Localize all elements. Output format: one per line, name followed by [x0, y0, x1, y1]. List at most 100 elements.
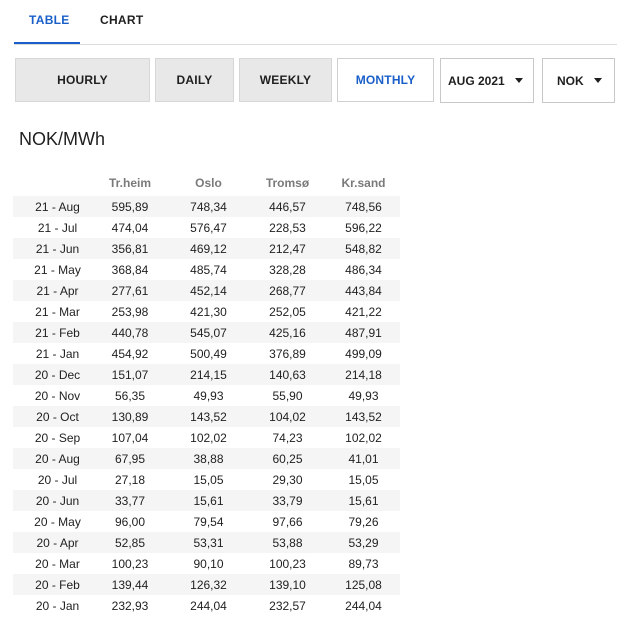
cell-date: 21 - Feb: [13, 322, 91, 343]
cell-date: 20 - Feb: [13, 574, 91, 595]
cell-date: 20 - Dec: [13, 364, 91, 385]
cell-tromso: 29,30: [272, 472, 303, 487]
cell-date: 20 - Mar: [35, 556, 80, 571]
currency-select[interactable]: NOK: [542, 58, 615, 103]
cell-date: 20 - Jan: [35, 598, 80, 613]
cell-krsand: 486,34: [345, 262, 382, 277]
cell-krsand: 487,91: [327, 322, 400, 343]
cell-oslo: 244,04: [190, 598, 227, 613]
table-row: 21 - Mar 253,98 421,30 252,05 421,22: [13, 301, 400, 322]
monthly-button[interactable]: MONTHLY: [337, 58, 434, 102]
cell-date: 21 - Jan: [35, 346, 80, 361]
cell-krsand: 15,61: [327, 490, 400, 511]
cell-trheim: 130,89: [91, 406, 169, 427]
cell-krsand: 443,84: [327, 280, 400, 301]
cell-trheim: 52,85: [91, 532, 169, 553]
cell-date: 20 - May: [34, 514, 81, 529]
cell-oslo: 545,07: [169, 322, 248, 343]
month-select[interactable]: AUG 2021: [440, 58, 534, 103]
daily-button[interactable]: DAILY: [155, 58, 234, 102]
currency-select-value: NOK: [557, 74, 584, 88]
cell-date: 20 - Sep: [34, 430, 81, 445]
cell-trheim: 107,04: [111, 430, 149, 445]
cell-krsand: 125,08: [327, 574, 400, 595]
cell-trheim: 33,77: [91, 490, 169, 511]
cell-oslo: 53,31: [169, 532, 248, 553]
table-row: 21 - Aug 595,89 748,34 446,57 748,56: [13, 196, 400, 217]
cell-trheim: 454,92: [111, 346, 149, 361]
cell-tromso: 33,79: [248, 490, 327, 511]
tab-table[interactable]: TABLE: [29, 13, 70, 27]
cell-tromso: 376,89: [269, 346, 306, 361]
cell-trheim: 151,07: [91, 364, 169, 385]
cell-tromso: 60,25: [248, 448, 327, 469]
cell-oslo: 15,05: [193, 472, 224, 487]
table-row: 21 - Jan 454,92 500,49 376,89 499,09: [13, 343, 400, 364]
cell-krsand: 548,82: [327, 238, 400, 259]
cell-tromso: 328,28: [269, 262, 306, 277]
table-row: 20 - Sep 107,04 102,02 74,23 102,02: [13, 427, 400, 448]
cell-oslo: 469,12: [169, 238, 248, 259]
table-row: 21 - May 368,84 485,74 328,28 486,34: [13, 259, 400, 280]
cell-trheim: 67,95: [91, 448, 169, 469]
table-row: 21 - Feb 440,78 545,07 425,16 487,91: [13, 322, 400, 343]
chevron-down-icon: [594, 78, 602, 83]
cell-oslo: 38,88: [169, 448, 248, 469]
cell-trheim: 56,35: [114, 388, 146, 403]
cell-oslo: 126,32: [169, 574, 248, 595]
table-row: 20 - Nov 56,35 49,93 55,90 49,93: [13, 385, 400, 406]
cell-trheim: 100,23: [111, 556, 149, 571]
cell-date: 21 - Apr: [13, 280, 91, 301]
cell-krsand: 41,01: [327, 448, 400, 469]
cell-trheim: 139,44: [91, 574, 169, 595]
cell-oslo: 452,14: [169, 280, 248, 301]
cell-date: 20 - Apr: [13, 532, 91, 553]
cell-tromso: 252,05: [269, 304, 306, 319]
cell-date: 20 - Jun: [13, 490, 91, 511]
table-row: 20 - May 96,00 79,54 97,66 79,26: [13, 511, 400, 532]
cell-tromso: 55,90: [272, 388, 303, 403]
cell-krsand: 89,73: [348, 556, 379, 571]
cell-tromso: 100,23: [269, 556, 306, 571]
cell-krsand: 421,22: [345, 304, 382, 319]
cell-date: 21 - May: [34, 262, 81, 277]
table-row: 20 - Feb 139,44 126,32 139,10 125,08: [13, 574, 400, 595]
hourly-button[interactable]: HOURLY: [15, 58, 150, 102]
cell-oslo: 49,93: [193, 388, 224, 403]
cell-krsand: 15,05: [348, 472, 379, 487]
chevron-down-icon: [515, 78, 523, 83]
cell-oslo: 143,52: [169, 406, 248, 427]
table-row: 21 - Apr 277,61 452,14 268,77 443,84: [13, 280, 400, 301]
cell-trheim: 232,93: [111, 598, 149, 613]
cell-trheim: 96,00: [114, 514, 146, 529]
cell-oslo: 15,61: [169, 490, 248, 511]
table-row: 20 - Jun 33,77 15,61 33,79 15,61: [13, 490, 400, 511]
cell-krsand: 596,22: [345, 220, 382, 235]
cell-trheim: 253,98: [111, 304, 149, 319]
cell-oslo: 500,49: [190, 346, 227, 361]
weekly-button[interactable]: WEEKLY: [239, 58, 332, 102]
table-row: 21 - Jul 474,04 576,47 228,53 596,22: [13, 217, 400, 238]
table-row: 20 - Aug 67,95 38,88 60,25 41,01: [13, 448, 400, 469]
table-row: 20 - Mar 100,23 90,10 100,23 89,73: [13, 553, 400, 574]
table-header-row: Tr.heim Oslo Tromsø Kr.sand: [13, 170, 400, 196]
tab-chart[interactable]: CHART: [100, 13, 144, 27]
cell-trheim: 368,84: [111, 262, 149, 277]
column-header-oslo: Oslo: [195, 176, 222, 190]
cell-oslo: 748,34: [169, 196, 248, 217]
cell-tromso: 446,57: [248, 196, 327, 217]
cell-krsand: 143,52: [327, 406, 400, 427]
cell-krsand: 244,04: [345, 598, 382, 613]
column-header-tromso: Tromsø: [265, 176, 310, 190]
cell-date: 20 - Aug: [13, 448, 91, 469]
column-header-trheim: Tr.heim: [108, 176, 152, 190]
table-row: 20 - Jan 232,93 244,04 232,57 244,04: [13, 595, 400, 616]
month-select-value: AUG 2021: [448, 74, 505, 88]
cell-tromso: 228,53: [269, 220, 306, 235]
cell-trheim: 595,89: [91, 196, 169, 217]
cell-krsand: 748,56: [327, 196, 400, 217]
cell-tromso: 104,02: [248, 406, 327, 427]
cell-trheim: 474,04: [111, 220, 149, 235]
cell-krsand: 214,18: [327, 364, 400, 385]
cell-date: 20 - Jul: [37, 472, 78, 487]
